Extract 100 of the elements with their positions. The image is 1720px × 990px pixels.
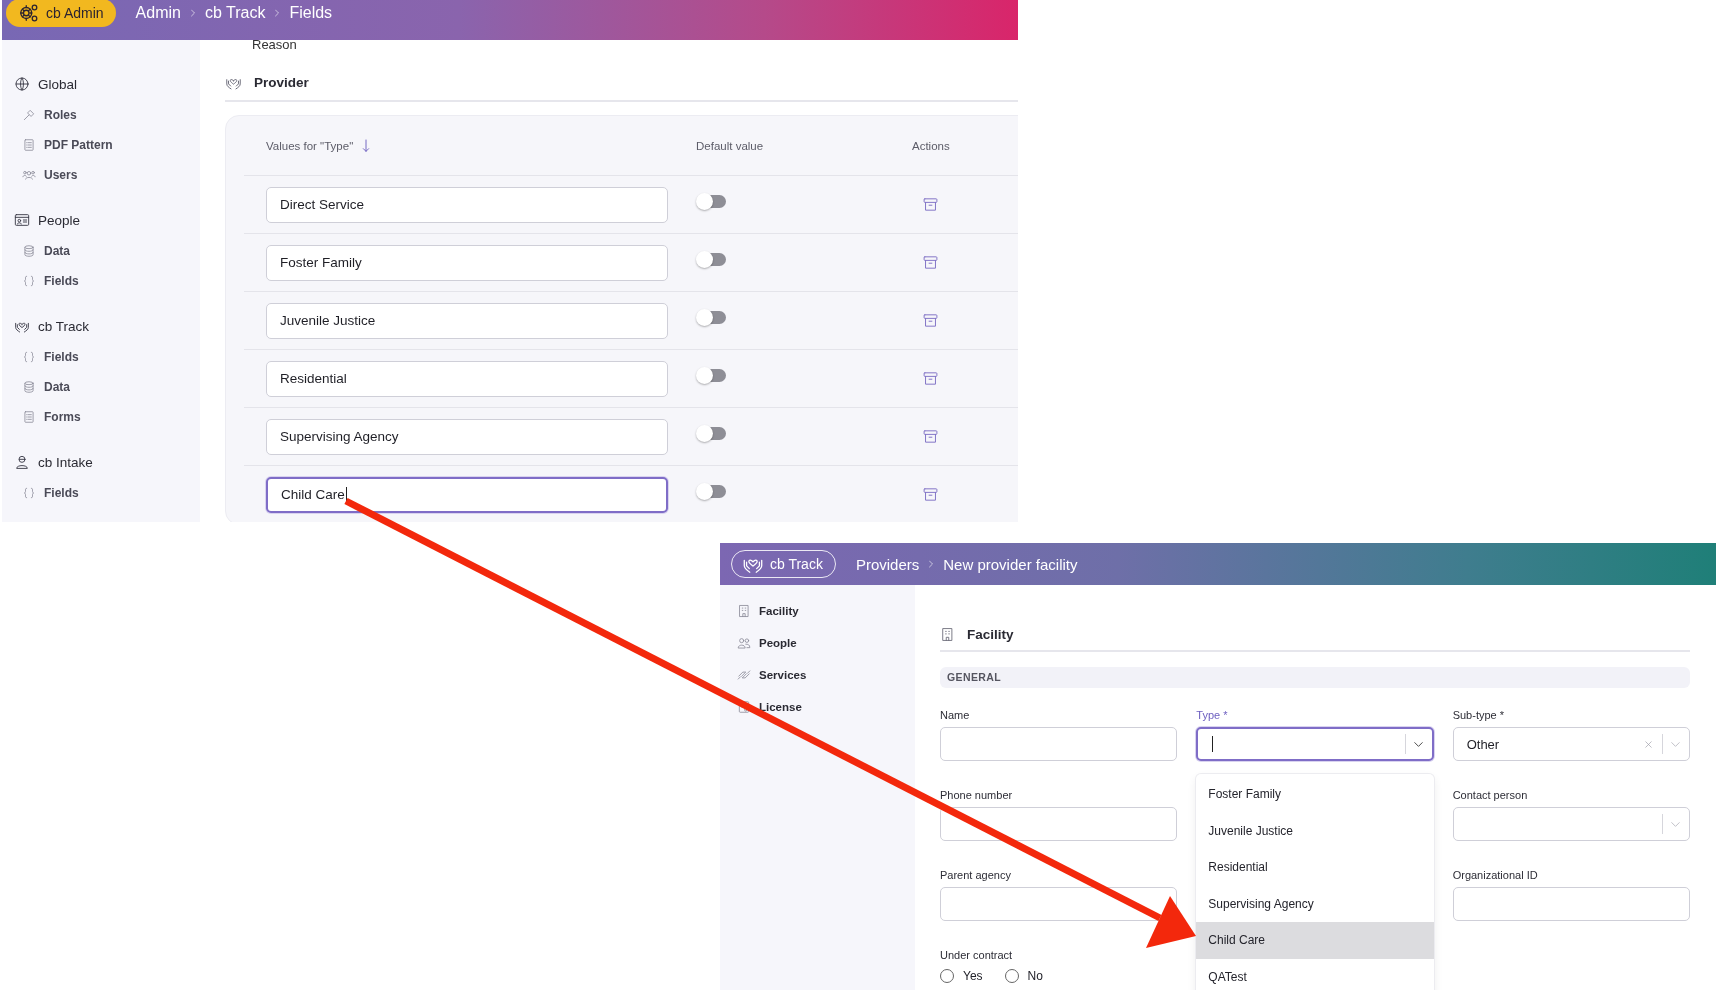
select-field[interactable]: Other xyxy=(1452,727,1690,761)
section-title: Facility xyxy=(967,626,1014,642)
archive-icon[interactable] xyxy=(922,312,939,329)
column-header[interactable]: Values for "Type" xyxy=(266,139,354,152)
archive-icon[interactable] xyxy=(922,486,939,503)
breadcrumb-link[interactable]: cb Track xyxy=(204,4,266,22)
braces-icon xyxy=(22,350,36,364)
document-icon xyxy=(22,138,36,152)
field-label: Parent agency xyxy=(940,868,1012,883)
item-label: Fields xyxy=(44,486,79,500)
sidebar-item[interactable]: Data xyxy=(2,372,200,402)
item-label: Roles xyxy=(44,108,77,122)
value-input[interactable]: Foster Family xyxy=(266,244,668,281)
input-field[interactable] xyxy=(1452,887,1690,921)
field-label: Under contract xyxy=(940,948,1014,963)
dropdown-option[interactable]: Juvenile Justice xyxy=(1196,812,1434,850)
field-label: Name xyxy=(940,708,971,723)
archive-icon[interactable] xyxy=(922,428,939,445)
select-field[interactable] xyxy=(1196,727,1434,761)
text-cursor xyxy=(345,486,347,503)
value-input[interactable]: Direct Service xyxy=(266,186,668,223)
sort-arrow-icon xyxy=(361,137,372,154)
sidebar-group[interactable]: People xyxy=(2,204,200,236)
sidebar-group[interactable]: Global xyxy=(2,68,200,100)
breadcrumb-link[interactable]: Providers xyxy=(855,555,920,573)
group-label: Global xyxy=(38,76,78,92)
toggle-switch[interactable] xyxy=(698,485,726,498)
people-icon xyxy=(737,636,751,650)
globe-icon xyxy=(14,76,30,92)
sidebar-item[interactable]: PDF Pattern xyxy=(2,130,200,160)
archive-icon[interactable] xyxy=(922,254,939,271)
sidebar-item[interactable]: Users xyxy=(2,160,200,190)
item-label: Forms xyxy=(44,410,81,424)
group-header: GENERAL xyxy=(940,667,1690,688)
document-icon xyxy=(22,410,36,424)
app-badge[interactable]: cb Admin xyxy=(6,0,116,27)
person-icon xyxy=(14,454,30,470)
dropdown-option[interactable]: Supervising Agency xyxy=(1196,885,1434,923)
section-title: Provider xyxy=(254,74,309,90)
item-label: Data xyxy=(44,244,70,258)
building-icon xyxy=(737,604,751,618)
archive-icon[interactable] xyxy=(922,196,939,213)
input-field[interactable] xyxy=(940,727,1178,761)
text-cursor xyxy=(1212,736,1214,752)
id-card-icon xyxy=(14,212,30,228)
dropdown-option[interactable]: Residential xyxy=(1196,849,1434,886)
item-label: PDF Pattern xyxy=(44,138,113,152)
field-label: Contact person xyxy=(1452,788,1529,803)
item-label: Fields xyxy=(44,274,79,288)
sidebar-item[interactable]: Fields xyxy=(2,266,200,296)
sidebar-item[interactable]: People xyxy=(720,627,915,659)
field-label: Type * xyxy=(1196,708,1229,723)
breadcrumb-link[interactable]: Admin xyxy=(135,4,181,22)
braces-icon xyxy=(22,486,36,500)
input-field[interactable] xyxy=(940,807,1178,841)
field-label: Organizational ID xyxy=(1452,868,1539,883)
value-input[interactable]: Juvenile Justice xyxy=(266,302,668,339)
field-label: Phone number xyxy=(940,788,1014,803)
database-icon xyxy=(22,380,36,394)
dropdown-option[interactable]: Foster Family xyxy=(1196,776,1434,813)
value-input[interactable]: Residential xyxy=(266,360,668,397)
sidebar-item[interactable]: Roles xyxy=(2,100,200,130)
item-label: Data xyxy=(44,380,70,394)
database-icon xyxy=(22,244,36,258)
radio-label: No xyxy=(1027,969,1043,983)
sidebar-item[interactable]: Data xyxy=(2,236,200,266)
sidebar-group[interactable]: cb Intake xyxy=(2,446,200,478)
item-label: Services xyxy=(759,669,807,681)
toggle-switch[interactable] xyxy=(698,311,726,324)
building-icon xyxy=(940,626,955,642)
dropdown-option[interactable]: QATest xyxy=(1196,958,1434,990)
item-label: License xyxy=(759,701,802,713)
radio-label: Yes xyxy=(963,969,983,983)
value-input[interactable]: Child Care xyxy=(266,476,668,513)
toggle-switch[interactable] xyxy=(698,253,726,266)
toggle-switch[interactable] xyxy=(698,369,726,382)
group-label: People xyxy=(38,212,81,228)
group-label: cb Intake xyxy=(38,454,93,470)
sidebar-item[interactable]: Forms xyxy=(2,402,200,432)
clear-icon[interactable] xyxy=(1643,738,1654,750)
toggle-switch[interactable] xyxy=(698,427,726,440)
toggle-switch[interactable] xyxy=(698,195,726,208)
sidebar-item[interactable]: License xyxy=(720,691,915,723)
braces-icon xyxy=(22,274,36,288)
sidebar-group[interactable]: cb Track xyxy=(2,310,200,342)
archive-icon[interactable] xyxy=(922,370,939,387)
value-input[interactable]: Supervising Agency xyxy=(266,418,668,455)
sidebar-item[interactable]: Fields xyxy=(2,478,200,508)
breadcrumb-link[interactable]: New provider facility xyxy=(943,555,1078,573)
field-label: Sub-type * xyxy=(1452,708,1506,723)
dropdown-option[interactable]: Child Care xyxy=(1196,922,1434,959)
sidebar-item[interactable]: Fields xyxy=(2,342,200,372)
field-name: Reason xyxy=(251,37,298,53)
input-field[interactable] xyxy=(940,887,1178,921)
sidebar-item[interactable]: Services xyxy=(720,659,915,691)
column-header: Actions xyxy=(912,139,950,152)
breadcrumb-link[interactable]: Fields xyxy=(289,4,333,22)
sidebar-item[interactable]: Facility xyxy=(720,595,915,627)
group-label: cb Track xyxy=(38,318,89,334)
gears-icon xyxy=(18,2,40,24)
